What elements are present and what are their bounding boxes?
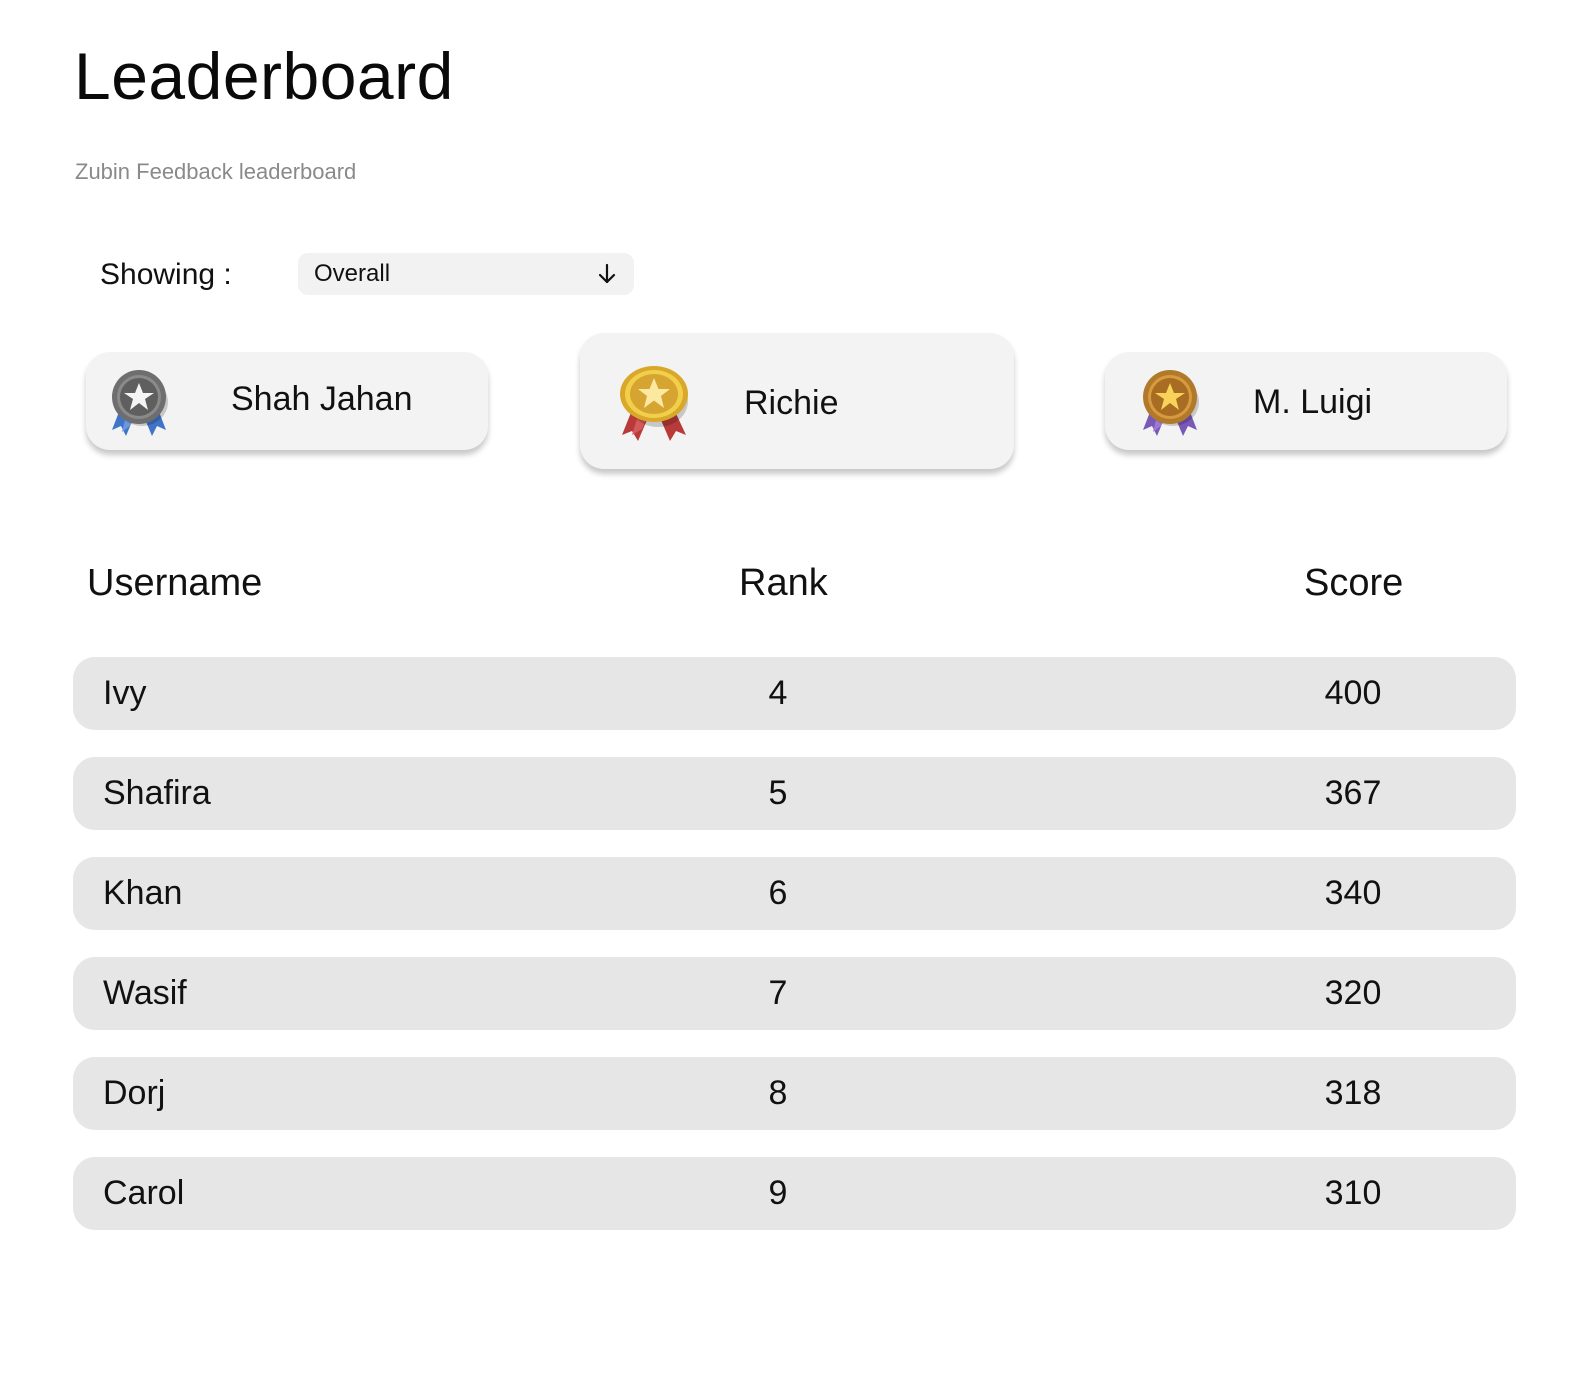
podium-name: M. Luigi xyxy=(1253,383,1373,421)
table-row[interactable]: Khan 6 340 xyxy=(73,857,1516,930)
gold-medal-icon xyxy=(616,363,692,448)
row-username: Carol xyxy=(103,1174,185,1212)
column-header-rank[interactable]: Rank xyxy=(739,560,828,606)
filter-select[interactable]: Overall xyxy=(298,253,634,295)
table-row[interactable]: Ivy 4 400 xyxy=(73,657,1516,730)
podium-name: Richie xyxy=(744,384,839,422)
silver-medal-icon xyxy=(108,368,170,445)
row-username: Shafira xyxy=(103,774,211,812)
column-header-score[interactable]: Score xyxy=(1304,560,1403,606)
podium-card-first[interactable]: Richie xyxy=(580,333,1014,469)
bronze-medal-icon xyxy=(1139,368,1201,445)
row-score: 340 xyxy=(1324,874,1382,912)
column-header-username[interactable]: Username xyxy=(87,560,262,606)
podium-card-third[interactable]: M. Luigi xyxy=(1105,352,1507,450)
page-title: Leaderboard xyxy=(74,39,454,113)
table-row[interactable]: Shafira 5 367 xyxy=(73,757,1516,830)
filter-label: Showing : xyxy=(100,258,232,291)
row-rank: 8 xyxy=(768,1074,788,1112)
table-row[interactable]: Dorj 8 318 xyxy=(73,1057,1516,1130)
row-score: 367 xyxy=(1324,774,1382,812)
row-username: Khan xyxy=(103,874,183,912)
table-row[interactable]: Wasif 7 320 xyxy=(73,957,1516,1030)
page-subtitle: Zubin Feedback leaderboard xyxy=(75,159,357,184)
row-rank: 9 xyxy=(768,1174,788,1212)
row-username: Dorj xyxy=(103,1074,166,1112)
row-score: 320 xyxy=(1324,974,1382,1012)
row-score: 400 xyxy=(1324,674,1382,712)
row-score: 318 xyxy=(1324,1074,1382,1112)
arrow-down-icon xyxy=(596,263,618,285)
row-rank: 6 xyxy=(768,874,788,912)
row-rank: 5 xyxy=(768,774,788,812)
row-rank: 4 xyxy=(768,674,788,712)
table-row[interactable]: Carol 9 310 xyxy=(73,1157,1516,1230)
filter-selected-value: Overall xyxy=(314,260,391,287)
podium-card-second[interactable]: Shah Jahan xyxy=(86,352,488,450)
row-username: Wasif xyxy=(103,974,187,1012)
row-username: Ivy xyxy=(103,674,147,712)
podium-name: Shah Jahan xyxy=(231,380,413,418)
row-score: 310 xyxy=(1324,1174,1382,1212)
row-rank: 7 xyxy=(768,974,788,1012)
